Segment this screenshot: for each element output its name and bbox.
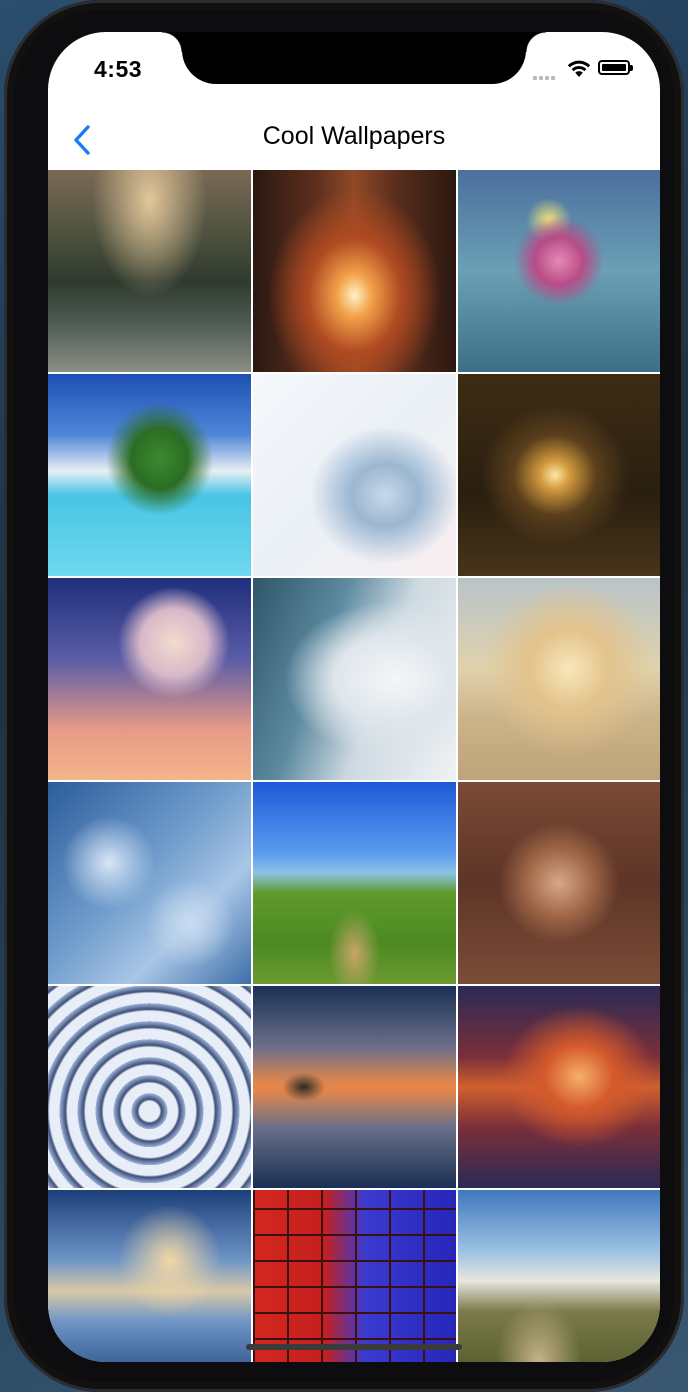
home-indicator[interactable] — [246, 1344, 462, 1350]
wallpaper-pink-rose[interactable] — [458, 170, 660, 372]
wallpaper-waterfall-mist[interactable] — [253, 578, 456, 780]
notch — [162, 32, 546, 84]
wallpaper-forest-path-light[interactable] — [253, 170, 456, 372]
wallpaper-sunset-reflection[interactable] — [253, 986, 456, 1188]
wallpaper-cloud-reflection[interactable] — [48, 1190, 251, 1362]
status-time: 4:53 — [94, 56, 143, 82]
wallpaper-white-feather[interactable] — [253, 374, 456, 576]
wallpaper-water-ripple[interactable] — [48, 986, 251, 1188]
navigation-bar: Cool Wallpapers — [48, 112, 660, 168]
wallpaper-mountain-lake-island[interactable] — [48, 170, 251, 372]
app-screen: 4:53 Cool Wallpapers — [48, 32, 660, 1362]
wallpaper-red-blue-brick-wall[interactable] — [253, 1190, 456, 1362]
wallpaper-lighthouse-sunset[interactable] — [458, 986, 660, 1188]
page-title: Cool Wallpapers — [262, 122, 446, 150]
wallpaper-fisherman-boat[interactable] — [458, 578, 660, 780]
phone-frame: 4:53 Cool Wallpapers — [4, 0, 684, 1392]
wallpaper-tropical-island[interactable] — [48, 374, 251, 576]
wallpaper-mountain-valley-goat[interactable] — [458, 1190, 660, 1362]
cellular-signal-icon — [533, 74, 561, 80]
wallpaper-grid — [48, 170, 660, 1362]
wifi-icon — [566, 58, 592, 83]
battery-icon — [598, 60, 633, 75]
wallpaper-glowing-tunnel[interactable] — [458, 374, 660, 576]
wallpaper-water-bubbles[interactable] — [48, 782, 251, 984]
wallpaper-man-fur-hat[interactable] — [458, 782, 660, 984]
wallpaper-green-hill-road[interactable] — [253, 782, 456, 984]
wallpaper-sky-lantern-boy[interactable] — [48, 578, 251, 780]
